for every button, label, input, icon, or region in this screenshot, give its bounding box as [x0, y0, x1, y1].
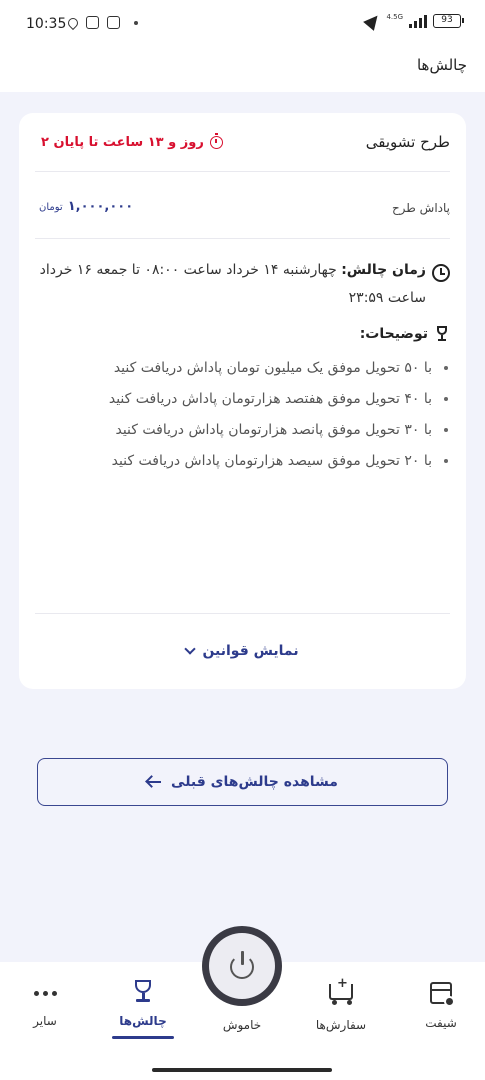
show-rules-label: نمایش قوانین	[202, 643, 299, 659]
nav-item-challenges[interactable]: چالش‌ها	[103, 980, 183, 1028]
more-dots-icon	[5, 980, 85, 1006]
power-label: خاموش	[222, 1018, 262, 1032]
challenge-time: زمان چالش: چهارشنبه ۱۴ خرداد ساعت ۰۸:۰۰ …	[35, 256, 450, 312]
status-time: 10:35	[26, 16, 67, 32]
stopwatch-icon	[209, 133, 223, 149]
active-tab-indicator	[112, 1036, 174, 1039]
nav-item-orders-label: سفارش‌ها	[315, 1018, 367, 1032]
divider	[35, 238, 450, 239]
show-rules-button[interactable]: نمایش قوانین	[19, 643, 466, 659]
previous-challenges-button[interactable]: مشاهده چالش‌های قبلی	[37, 758, 448, 806]
nav-item-shift[interactable]: شیفت	[401, 980, 481, 1030]
status-system-icons: 4.5G 93	[363, 11, 464, 31]
page-title: چالش‌ها	[416, 56, 467, 74]
nav-item-shift-label: شیفت	[425, 1016, 457, 1030]
more-notifications-dot-icon	[134, 20, 138, 25]
cart-add-icon	[328, 976, 354, 1010]
power-icon	[209, 933, 275, 999]
challenge-time-label: زمان چالش:	[341, 262, 426, 278]
divider	[35, 171, 450, 172]
countdown: ۲ روز و ۱۳ ساعت تا پایان	[41, 133, 223, 150]
nav-item-challenges-label: چالش‌ها	[119, 1014, 167, 1028]
nav-item-orders[interactable]: سفارش‌ها	[301, 976, 381, 1032]
plan-title: طرح تشویقی	[365, 133, 450, 151]
navigation-arrow-icon	[363, 11, 384, 31]
arrow-left-icon	[147, 781, 162, 783]
battery-icon: 93	[433, 14, 464, 28]
description-list: با ۵۰ تحویل موفق یک میلیون تومان پاداش د…	[39, 353, 450, 477]
list-item: با ۵۰ تحویل موفق یک میلیون تومان پاداش د…	[39, 353, 450, 383]
nav-item-more[interactable]: سایر	[5, 980, 85, 1028]
location-icon	[65, 15, 81, 30]
status-bar: 10:35 4.5G 93	[0, 0, 485, 48]
description-heading: توضیحات:	[360, 326, 450, 342]
status-notification-icons	[65, 15, 138, 30]
challenge-time-text: زمان چالش: چهارشنبه ۱۴ خرداد ساعت ۰۸:۰۰ …	[35, 256, 426, 312]
network-type: 4.5G	[386, 13, 403, 21]
list-item: با ۴۰ تحویل موفق هفتصد هزارتومان پاداش د…	[39, 384, 450, 414]
challenge-card: طرح تشویقی ۲ روز و ۱۳ ساعت تا پایان پادا…	[19, 113, 466, 689]
divider	[35, 613, 450, 614]
reward-value: ۱,۰۰۰,۰۰۰	[67, 199, 134, 214]
nav-item-more-label: سایر	[33, 1014, 57, 1028]
countdown-text: ۲ روز و ۱۳ ساعت تا پایان	[41, 135, 204, 150]
clock-icon	[432, 264, 450, 282]
list-item: با ۳۰ تحویل موفق پانصد هزارتومان پاداش د…	[39, 415, 450, 445]
calendar-clock-icon	[428, 982, 455, 1008]
power-toggle-button[interactable]	[202, 926, 282, 1006]
reward-label: پاداش طرح	[391, 201, 450, 215]
instagram-icon	[86, 16, 99, 29]
reward-currency: تومان	[39, 202, 63, 213]
list-item: با ۲۰ تحویل موفق سیصد هزارتومان پاداش در…	[39, 446, 450, 476]
instagram-icon	[107, 16, 120, 29]
signal-icon	[409, 14, 427, 28]
home-indicator[interactable]	[152, 1068, 332, 1072]
reward-amount: تومان ۱,۰۰۰,۰۰۰	[39, 199, 133, 214]
previous-challenges-label: مشاهده چالش‌های قبلی	[171, 774, 338, 790]
chevron-down-icon	[184, 643, 197, 655]
trophy-icon	[131, 980, 155, 1006]
trophy-icon	[434, 326, 450, 342]
app-header: چالش‌ها	[0, 48, 485, 92]
description-title: توضیحات:	[359, 326, 428, 342]
